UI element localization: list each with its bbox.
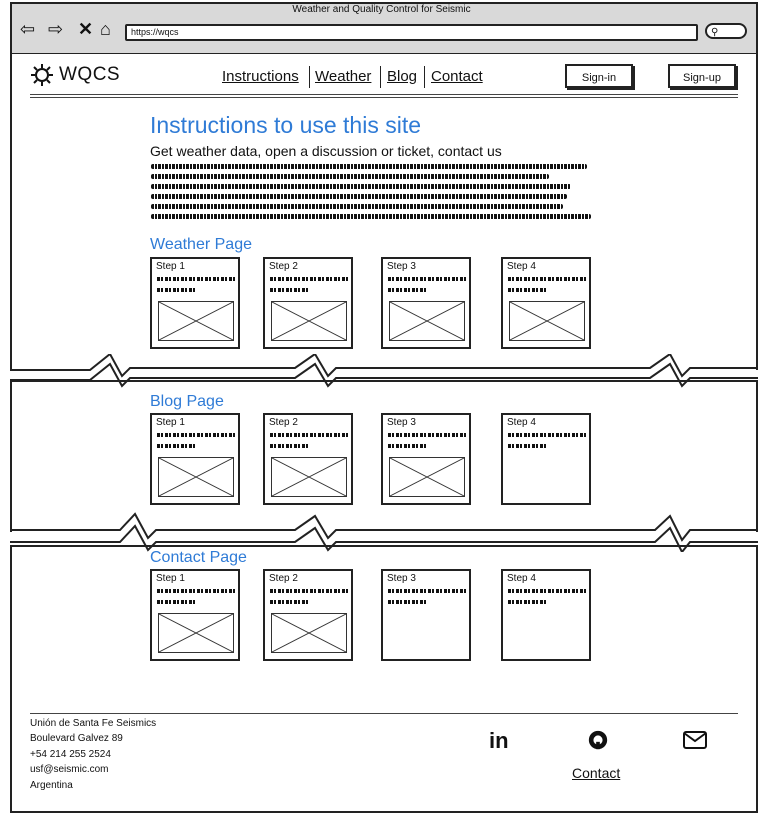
step-label: Step 2 xyxy=(269,261,298,272)
back-icon[interactable]: ⇦ xyxy=(20,20,35,38)
page-break-line xyxy=(10,354,758,388)
image-placeholder xyxy=(509,301,585,341)
nav-contact[interactable]: Contact xyxy=(431,68,483,85)
footer-email: usf@seismic.com xyxy=(30,764,109,775)
image-placeholder xyxy=(389,457,465,497)
header-divider xyxy=(30,97,738,98)
footer-address: Boulevard Galvez 89 xyxy=(30,733,123,744)
page-break-line-2 xyxy=(10,512,758,552)
weather-step-1-card: Step 1 xyxy=(150,257,240,349)
close-icon[interactable]: ✕ xyxy=(78,20,93,38)
footer-country: Argentina xyxy=(30,780,73,791)
step-label: Step 1 xyxy=(156,417,185,428)
nav-instructions[interactable]: Instructions xyxy=(222,68,299,85)
intro-paragraph xyxy=(151,164,591,219)
contact-step-1-card: Step 1 xyxy=(150,569,240,661)
weather-step-4-card: Step 4 xyxy=(501,257,591,349)
footer-contact-link[interactable]: Contact xyxy=(572,765,620,781)
forward-icon[interactable]: ⇨ xyxy=(48,20,63,38)
step-label: Step 2 xyxy=(269,573,298,584)
blog-step-3-card: Step 3 xyxy=(381,413,471,505)
nav-separator xyxy=(380,66,381,88)
contact-step-2-card: Step 2 xyxy=(263,569,353,661)
footer-org: Unión de Santa Fe Seismics xyxy=(30,718,157,729)
nav-weather[interactable]: Weather xyxy=(315,68,371,85)
blog-step-4-card: Step 4 xyxy=(501,413,591,505)
brand-name[interactable]: WQCS xyxy=(59,64,120,86)
blog-section-title: Blog Page xyxy=(150,393,224,410)
nav-blog[interactable]: Blog xyxy=(387,68,417,85)
image-placeholder xyxy=(389,301,465,341)
nav-separator xyxy=(309,66,310,88)
logo-icon xyxy=(31,64,53,86)
image-placeholder xyxy=(271,457,347,497)
weather-step-3-card: Step 3 xyxy=(381,257,471,349)
blog-step-1-card: Step 1 xyxy=(150,413,240,505)
step-label: Step 3 xyxy=(387,417,416,428)
github-icon[interactable] xyxy=(587,729,609,751)
step-label: Step 1 xyxy=(156,261,185,272)
linkedin-icon[interactable]: in xyxy=(489,728,509,754)
contact-step-3-card: Step 3 xyxy=(381,569,471,661)
footer-phone: +54 214 255 2524 xyxy=(30,749,111,760)
step-label: Step 4 xyxy=(507,573,536,584)
image-placeholder xyxy=(271,613,347,653)
home-icon[interactable]: ⌂ xyxy=(100,20,111,38)
step-label: Step 2 xyxy=(269,417,298,428)
image-placeholder xyxy=(271,301,347,341)
image-placeholder xyxy=(158,613,234,653)
search-icon[interactable]: ⚲ xyxy=(705,23,747,39)
mail-icon[interactable] xyxy=(683,731,707,749)
signin-button[interactable]: Sign-in xyxy=(565,64,633,88)
footer-divider xyxy=(30,713,738,714)
url-bar[interactable]: https://wqcs xyxy=(125,24,698,41)
blog-step-2-card: Step 2 xyxy=(263,413,353,505)
image-placeholder xyxy=(158,301,234,341)
step-label: Step 4 xyxy=(507,417,536,428)
signup-button[interactable]: Sign-up xyxy=(668,64,736,88)
window-title: Weather and Quality Control for Seismic xyxy=(292,4,471,15)
page-subtitle: Get weather data, open a discussion or t… xyxy=(150,143,502,159)
image-placeholder xyxy=(158,457,234,497)
step-label: Step 3 xyxy=(387,261,416,272)
contact-step-4-card: Step 4 xyxy=(501,569,591,661)
weather-section-title: Weather Page xyxy=(150,236,252,253)
weather-step-2-card: Step 2 xyxy=(263,257,353,349)
header-divider xyxy=(30,94,738,95)
step-label: Step 1 xyxy=(156,573,185,584)
nav-separator xyxy=(424,66,425,88)
step-label: Step 4 xyxy=(507,261,536,272)
contact-section-title: Contact Page xyxy=(150,549,247,566)
page-title: Instructions to use this site xyxy=(150,112,422,138)
step-label: Step 3 xyxy=(387,573,416,584)
